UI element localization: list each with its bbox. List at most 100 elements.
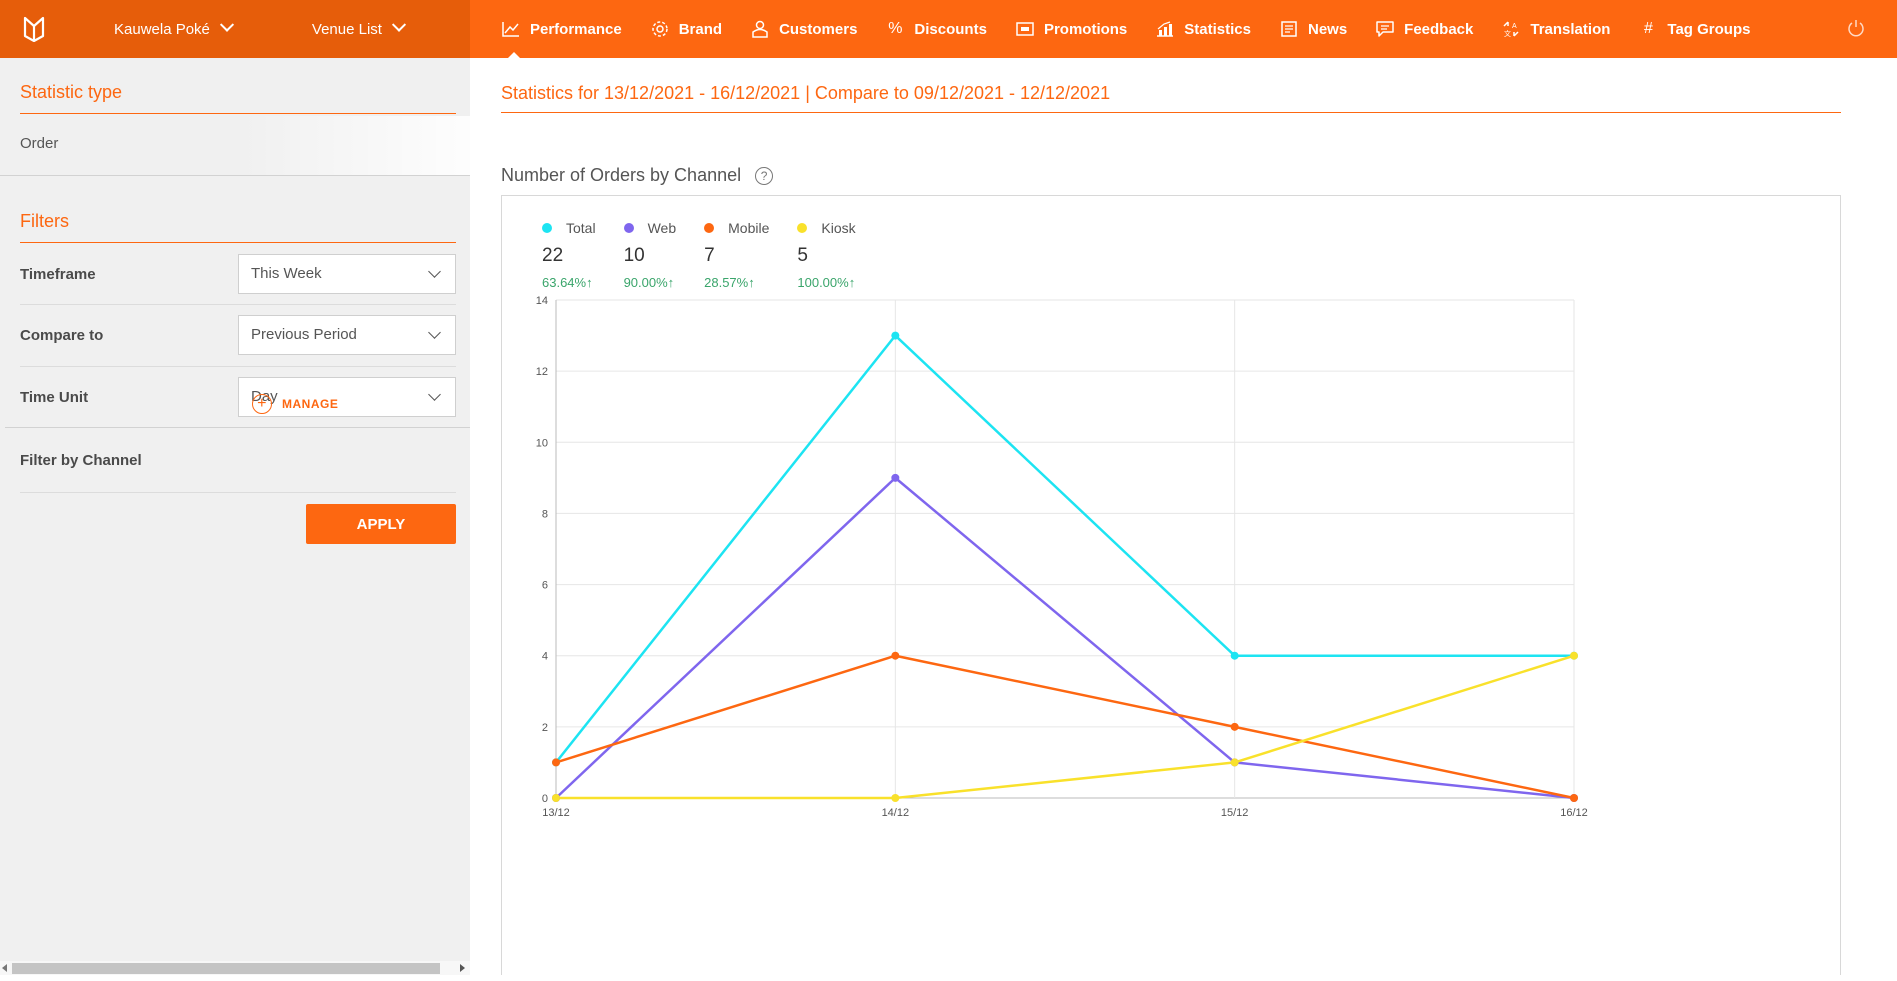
brand-logo[interactable] (0, 0, 68, 58)
x-tick-label: 15/12 (1221, 807, 1249, 819)
timeframe-value: This Week (251, 265, 322, 282)
statistic-type-value[interactable]: Order (20, 135, 58, 152)
nav-discounts[interactable]: % Discounts (886, 0, 1002, 58)
svg-text:文: 文 (1504, 29, 1511, 38)
divider (20, 242, 456, 243)
sidebar: Statistic type Order Filters Timeframe T… (0, 58, 470, 975)
apply-button[interactable]: APPLY (306, 504, 456, 544)
gear-icon (651, 20, 669, 38)
nav-label: Promotions (1043, 20, 1128, 38)
chevron-down-icon (428, 388, 441, 401)
compare-label: Compare to (20, 327, 104, 344)
nav-feedback[interactable]: Feedback (1376, 0, 1488, 58)
legend-value: 10 (623, 245, 645, 266)
legend-dot (623, 223, 634, 233)
percent-icon: % (888, 20, 903, 37)
statistic-type-heading: Statistic type (20, 82, 123, 102)
promotions-icon (1016, 20, 1034, 38)
legend-dot (542, 223, 552, 233)
nav-tag-groups[interactable]: # Tag Groups (1639, 0, 1765, 58)
venue-dropdown[interactable]: Kauwela Poké (114, 0, 234, 58)
nav-performance[interactable]: Performance (502, 0, 637, 58)
data-point-kiosk (1570, 651, 1578, 660)
venue-selector-area: Kauwela Poké Venue List (0, 0, 470, 58)
series-line-total (555, 334, 1574, 764)
legend-item-kiosk[interactable]: Kiosk 5 100.00%↑ (797, 220, 856, 290)
logo-icon (23, 16, 45, 42)
scroll-right-icon[interactable] (460, 964, 465, 972)
performance-icon (502, 20, 520, 38)
divider (501, 112, 1841, 113)
nav-label: Tag Groups (1667, 20, 1751, 38)
nav-label: Discounts (914, 20, 987, 38)
venue-list-label: Venue List (311, 20, 382, 38)
data-point-mobile (1230, 722, 1239, 731)
filters-heading: Filters (20, 211, 69, 231)
power-icon[interactable] (1847, 19, 1865, 37)
legend-label: Web (647, 220, 677, 236)
legend-label: Mobile (728, 220, 770, 236)
help-icon[interactable]: ? (755, 166, 774, 185)
y-tick-label: 14 (536, 295, 548, 307)
data-point-kiosk (1230, 758, 1239, 767)
divider (0, 175, 470, 176)
data-point-mobile (1570, 794, 1578, 802)
chevron-down-icon (428, 265, 441, 278)
divider (20, 492, 456, 493)
x-tick-label: 13/12 (542, 807, 570, 819)
stats-period-title: Statistics for 13/12/2021 - 16/12/2021 |… (501, 83, 1111, 103)
manage-channels-button[interactable]: + MANAGE (252, 394, 338, 414)
y-tick-label: 12 (536, 366, 548, 378)
legend-change: 28.57%↑ (704, 275, 755, 290)
divider (5, 427, 470, 428)
nav-label: Customers (779, 20, 858, 38)
nav-customers[interactable]: Customers (751, 0, 872, 58)
nav-label: Feedback (1404, 20, 1474, 38)
legend-item-total[interactable]: Total 22 63.64%↑ (542, 220, 596, 290)
data-point-total (891, 331, 900, 340)
scroll-left-icon[interactable] (2, 964, 7, 972)
nav-label: Brand (678, 20, 723, 38)
data-point-mobile (552, 758, 560, 767)
nav-news[interactable]: News (1280, 0, 1362, 58)
x-tick-label: 14/12 (882, 807, 910, 819)
data-point-kiosk (891, 794, 900, 802)
chart-title-text: Number of Orders by Channel (501, 165, 742, 185)
line-chart: 0 2 4 6 8 10 12 14 13/12 14/12 15/12 16/12 (536, 295, 1588, 819)
y-tick-label: 0 (542, 793, 548, 805)
data-point-kiosk (552, 794, 560, 802)
y-tick-label: 4 (542, 651, 548, 663)
chart-legend: Total 22 63.64%↑ Web 10 90.00%↑ Mobile 7… (542, 220, 884, 290)
nav-promotions[interactable]: Promotions (1016, 0, 1142, 58)
nav-statistics[interactable]: Statistics (1156, 0, 1266, 58)
y-tick-label: 10 (536, 437, 548, 449)
legend-dot (797, 223, 808, 233)
nav-brand[interactable]: Brand (651, 0, 737, 58)
x-tick-label: 16/12 (1560, 807, 1588, 819)
nav-label: News (1307, 20, 1348, 38)
legend-value: 7 (704, 245, 715, 266)
divider (20, 366, 456, 367)
divider (20, 304, 456, 305)
data-point-total (1230, 651, 1239, 660)
venue-list-dropdown[interactable]: Venue List (311, 0, 407, 58)
nav-label: Statistics (1184, 20, 1251, 38)
data-point-web (891, 473, 900, 482)
nav-label: Performance (530, 20, 622, 38)
horizontal-scrollbar[interactable] (0, 961, 470, 975)
legend-item-web[interactable]: Web 10 90.00%↑ (623, 220, 677, 290)
plus-circle-icon: + (252, 394, 272, 414)
y-tick-label: 2 (542, 722, 548, 734)
divider (20, 113, 456, 114)
data-point-mobile (891, 651, 900, 660)
legend-item-mobile[interactable]: Mobile 7 28.57%↑ (704, 220, 769, 290)
nav-translation[interactable]: A文 Translation (1502, 0, 1625, 58)
series-line-web (555, 476, 1575, 800)
manage-label: MANAGE (282, 397, 339, 411)
chart-panel: Total 22 63.64%↑ Web 10 90.00%↑ Mobile 7… (501, 195, 1841, 975)
legend-value: 22 (542, 245, 564, 266)
top-navigation-bar: Kauwela Poké Venue List Performance Bran… (0, 0, 1897, 58)
timeframe-select[interactable]: This Week (238, 254, 456, 294)
compare-select[interactable]: Previous Period (238, 315, 456, 355)
venue-name: Kauwela Poké (114, 20, 210, 38)
